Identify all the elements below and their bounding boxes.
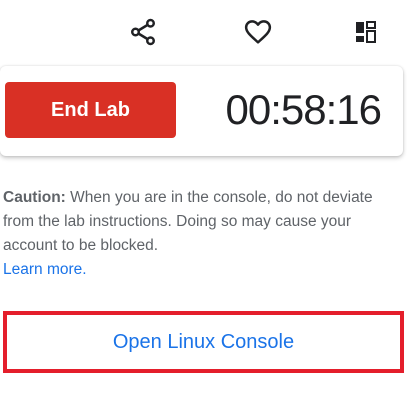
- top-toolbar: [0, 0, 407, 62]
- caution-label: Caution:: [3, 189, 66, 206]
- end-lab-button[interactable]: End Lab: [5, 82, 176, 138]
- open-linux-console-button[interactable]: Open Linux Console: [3, 311, 404, 373]
- learn-more-link[interactable]: Learn more.: [3, 261, 87, 278]
- lab-control-card: End Lab 00:58:16: [0, 66, 403, 156]
- heart-icon[interactable]: [238, 12, 278, 52]
- lab-timer: 00:58:16: [225, 86, 382, 133]
- share-icon[interactable]: [123, 12, 163, 52]
- caution-notice: Caution: When you are in the console, do…: [3, 186, 403, 282]
- dashboard-icon[interactable]: [346, 12, 386, 52]
